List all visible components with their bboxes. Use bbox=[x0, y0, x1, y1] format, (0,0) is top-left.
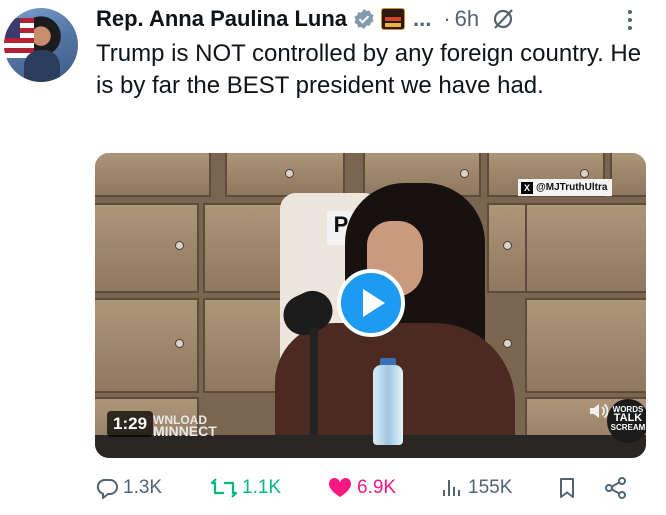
download-watermark-line2: MINNECT bbox=[153, 423, 217, 439]
cabinet-drawer bbox=[610, 153, 646, 197]
reply-button[interactable]: 1.3K bbox=[95, 472, 162, 504]
like-icon bbox=[328, 477, 352, 497]
cabinet-drawer bbox=[203, 298, 283, 393]
cabinet-drawer bbox=[95, 153, 211, 197]
reply-count: 1.3K bbox=[123, 477, 163, 498]
like-count: 6.9K bbox=[357, 477, 397, 498]
affiliation-badge-icon[interactable] bbox=[381, 8, 405, 30]
repost-icon bbox=[210, 478, 238, 498]
video-player[interactable]: P X @MJTruthUltra 1:29 WNLOAD MINNECT WO… bbox=[95, 153, 646, 458]
action-bar: 1.3K 1.1K 6.9K 155K bbox=[95, 472, 640, 504]
video-watermark: X @MJTruthUltra bbox=[518, 179, 613, 196]
drawer-knob bbox=[503, 339, 512, 348]
views-button[interactable]: 155K bbox=[440, 472, 512, 504]
like-button[interactable]: 6.9K bbox=[327, 472, 396, 504]
cabinet-drawer bbox=[525, 298, 646, 393]
channel-badge-line3: SCREAM bbox=[610, 423, 646, 432]
play-icon bbox=[363, 289, 385, 317]
tweet-text: Trump is NOT controlled by any foreign c… bbox=[96, 40, 642, 99]
share-icon bbox=[605, 477, 626, 499]
repost-button[interactable]: 1.1K bbox=[210, 472, 281, 504]
views-count: 155K bbox=[468, 477, 513, 498]
video-duration: 1:29 bbox=[107, 411, 154, 437]
share-button[interactable] bbox=[603, 472, 633, 504]
x-logo-icon: X bbox=[521, 181, 533, 194]
drawer-knob bbox=[460, 169, 469, 178]
avatar[interactable] bbox=[4, 8, 78, 82]
drawer-knob bbox=[175, 339, 184, 348]
avatar-figure bbox=[24, 50, 60, 82]
download-watermark: WNLOAD MINNECT bbox=[153, 414, 217, 439]
timestamp[interactable]: 6h bbox=[455, 6, 479, 32]
verified-badge-icon[interactable] bbox=[353, 8, 375, 30]
cabinet-drawer bbox=[525, 203, 646, 293]
views-icon bbox=[443, 480, 460, 496]
repost-count: 1.1K bbox=[242, 477, 282, 498]
reply-icon bbox=[96, 479, 118, 499]
separator-dot: · bbox=[443, 6, 451, 31]
name-truncation: ... bbox=[413, 6, 432, 31]
cabinet-drawer bbox=[95, 203, 199, 293]
flag-decoration bbox=[4, 18, 34, 58]
play-button[interactable] bbox=[337, 269, 405, 337]
bookmark-icon bbox=[560, 478, 574, 498]
channel-badge: WORDS TALK SCREAM bbox=[607, 399, 646, 443]
more-icon[interactable] bbox=[623, 8, 637, 32]
drawer-knob bbox=[580, 169, 589, 178]
tweet-header: Rep. Anna Paulina Luna ... · 6h bbox=[96, 2, 515, 36]
cabinet-drawer bbox=[203, 203, 283, 293]
water-bottle bbox=[373, 365, 403, 445]
drawer-knob bbox=[285, 169, 294, 178]
drawer-knob bbox=[175, 241, 184, 250]
watermark-handle: @MJTruthUltra bbox=[536, 182, 608, 193]
drawer-knob bbox=[503, 241, 512, 250]
grok-icon[interactable] bbox=[491, 7, 515, 31]
microphone-stand bbox=[310, 328, 318, 438]
bookmark-button[interactable] bbox=[555, 472, 583, 504]
author-name[interactable]: Rep. Anna Paulina Luna bbox=[96, 6, 347, 32]
channel-badge-line2: TALK bbox=[613, 412, 643, 424]
